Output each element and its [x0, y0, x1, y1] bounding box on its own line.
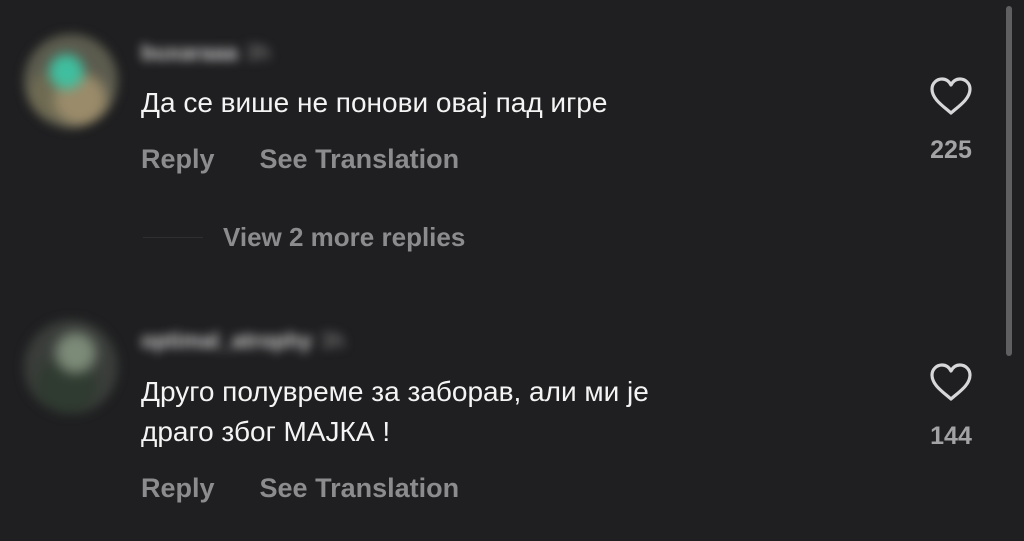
reply-button[interactable]: Reply [141, 144, 215, 174]
username-text[interactable]: buxaraaa [141, 40, 238, 65]
avatar[interactable] [24, 34, 118, 128]
timestamp: 3h [320, 328, 345, 353]
view-more-replies-label[interactable]: View 2 more replies [223, 222, 465, 252]
like-control: 225 [916, 76, 986, 165]
comment-text: Друго полувреме за заборав, али ми је др… [141, 372, 649, 452]
comment-text-line: Да се више не понови овај пад игре [141, 87, 608, 118]
comment-text-line: Друго полувреме за заборав, али ми је [141, 376, 649, 407]
comment-text: Да се више не понови овај пад игре [141, 83, 607, 123]
comment-actions: Reply See Translation [141, 473, 459, 504]
view-more-replies[interactable]: View 2 more replies [143, 222, 465, 253]
divider-line [143, 237, 203, 238]
username[interactable]: buxaraaa 3h [141, 40, 270, 66]
see-translation-button[interactable]: See Translation [260, 144, 460, 174]
scrollbar[interactable] [1006, 6, 1012, 356]
timestamp: 3h [245, 40, 271, 65]
like-count: 144 [930, 422, 972, 450]
username-text[interactable]: optimal_atrophy [141, 328, 312, 353]
heart-outline-icon[interactable] [929, 76, 973, 116]
heart-outline-icon[interactable] [929, 362, 973, 402]
reply-button[interactable]: Reply [141, 473, 215, 503]
comments-panel: buxaraaa 3h Да се више не понови овај пад… [0, 0, 1024, 541]
avatar[interactable] [24, 320, 118, 414]
username[interactable]: optimal_atrophy 3h [141, 328, 345, 354]
comment-text-line: драго због МАЈКА ! [141, 416, 391, 447]
like-control: 144 [916, 362, 986, 451]
comment-actions: Reply See Translation [141, 144, 459, 175]
see-translation-button[interactable]: See Translation [260, 473, 460, 503]
like-count: 225 [930, 136, 972, 164]
